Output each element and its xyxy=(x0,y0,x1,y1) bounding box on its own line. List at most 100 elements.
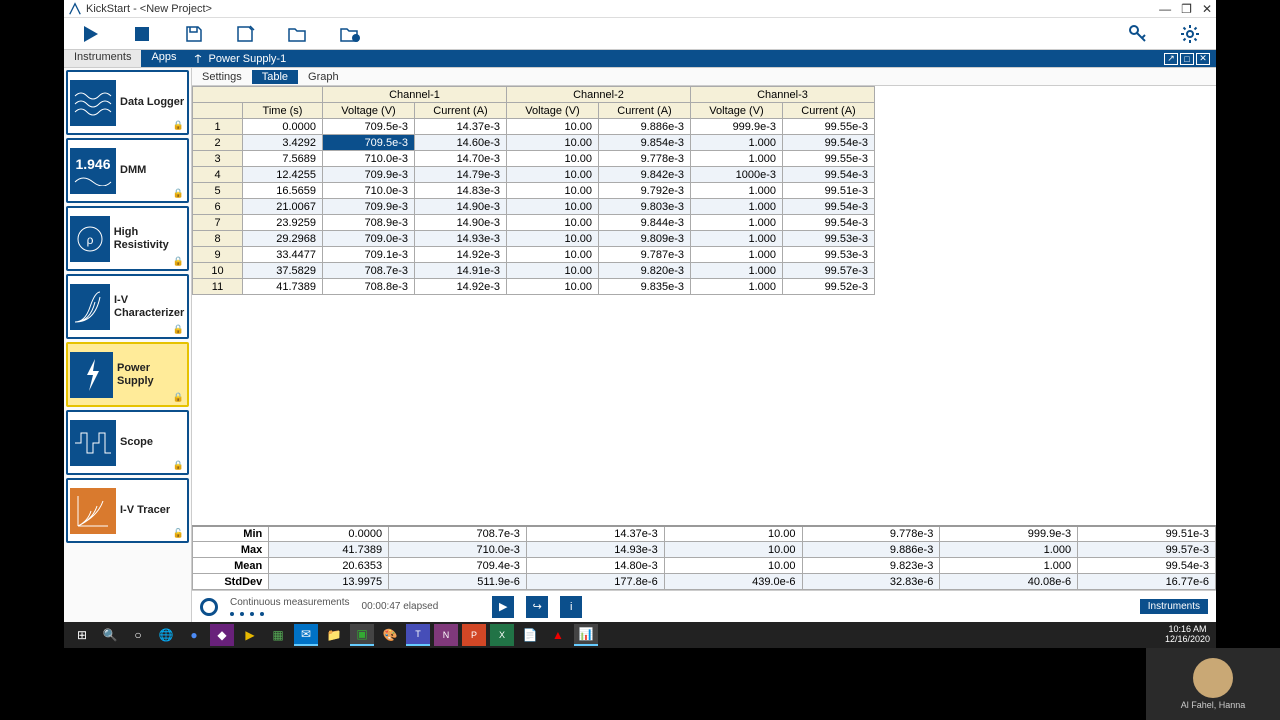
data-cell[interactable]: 1.000 xyxy=(691,263,783,279)
cortana-button[interactable]: ○ xyxy=(126,624,150,646)
data-cell[interactable]: 709.1e-3 xyxy=(323,247,415,263)
data-cell[interactable]: 1.000 xyxy=(691,183,783,199)
data-cell[interactable]: 14.90e-3 xyxy=(415,199,507,215)
data-cell[interactable]: 9.778e-3 xyxy=(599,151,691,167)
data-cell[interactable]: 16.5659 xyxy=(243,183,323,199)
app-icon-3[interactable]: ▣ xyxy=(350,624,374,646)
data-cell[interactable]: 11 xyxy=(193,279,243,295)
app-card-power-supply[interactable]: Power Supply 🔒 xyxy=(66,342,189,407)
panel-max-button[interactable]: □ xyxy=(1180,53,1194,65)
edge-icon[interactable]: 🌐 xyxy=(154,624,178,646)
data-cell[interactable]: 9.835e-3 xyxy=(599,279,691,295)
data-cell[interactable]: 99.51e-3 xyxy=(783,183,875,199)
search-button[interactable]: 🔍 xyxy=(98,624,122,646)
data-cell[interactable]: 6 xyxy=(193,199,243,215)
start-button[interactable]: ⊞ xyxy=(70,624,94,646)
new-project-button[interactable] xyxy=(338,22,362,46)
system-clock[interactable]: 10:16 AM 12/16/2020 xyxy=(1165,625,1210,645)
data-cell[interactable]: 10.00 xyxy=(507,279,599,295)
data-cell[interactable]: 21.0067 xyxy=(243,199,323,215)
vs-icon[interactable]: ◆ xyxy=(210,624,234,646)
maximize-button[interactable]: ❐ xyxy=(1181,2,1192,16)
data-cell[interactable]: 9.787e-3 xyxy=(599,247,691,263)
data-cell[interactable]: 10.00 xyxy=(507,135,599,151)
data-cell[interactable]: 0.0000 xyxy=(243,119,323,135)
data-cell[interactable]: 99.54e-3 xyxy=(783,135,875,151)
data-cell[interactable]: 1.000 xyxy=(691,231,783,247)
app-card-data-logger[interactable]: Data Logger 🔒 xyxy=(66,70,189,135)
data-cell[interactable]: 10 xyxy=(193,263,243,279)
tab-apps[interactable]: Apps xyxy=(141,50,186,67)
key-button[interactable] xyxy=(1126,22,1150,46)
data-cell[interactable]: 1 xyxy=(193,119,243,135)
data-cell[interactable]: 709.5e-3 xyxy=(323,119,415,135)
data-cell[interactable]: 99.53e-3 xyxy=(783,247,875,263)
data-table-wrap[interactable]: Channel-1Channel-2Channel-3 Time (s)Volt… xyxy=(192,86,1216,525)
data-cell[interactable]: 14.91e-3 xyxy=(415,263,507,279)
data-cell[interactable]: 3.4292 xyxy=(243,135,323,151)
data-cell[interactable]: 9.844e-3 xyxy=(599,215,691,231)
data-cell[interactable]: 7.5689 xyxy=(243,151,323,167)
data-cell[interactable]: 1.000 xyxy=(691,135,783,151)
explorer-icon[interactable]: 📁 xyxy=(322,624,346,646)
data-cell[interactable]: 1.000 xyxy=(691,279,783,295)
data-cell[interactable]: 9.854e-3 xyxy=(599,135,691,151)
data-cell[interactable]: 3 xyxy=(193,151,243,167)
data-cell[interactable]: 10.00 xyxy=(507,151,599,167)
data-cell[interactable]: 1.000 xyxy=(691,247,783,263)
data-cell[interactable]: 709.5e-3 xyxy=(323,135,415,151)
data-cell[interactable]: 999.9e-3 xyxy=(691,119,783,135)
data-cell[interactable]: 9.809e-3 xyxy=(599,231,691,247)
data-cell[interactable]: 1000e-3 xyxy=(691,167,783,183)
data-cell[interactable]: 41.7389 xyxy=(243,279,323,295)
data-cell[interactable]: 10.00 xyxy=(507,183,599,199)
save-as-button[interactable] xyxy=(234,22,258,46)
data-cell[interactable]: 14.93e-3 xyxy=(415,231,507,247)
app-card-iv-tracer[interactable]: I-V Tracer 🔓 xyxy=(66,478,189,543)
data-cell[interactable]: 14.92e-3 xyxy=(415,279,507,295)
data-cell[interactable]: 1.000 xyxy=(691,199,783,215)
data-cell[interactable]: 708.9e-3 xyxy=(323,215,415,231)
data-cell[interactable]: 709.9e-3 xyxy=(323,167,415,183)
data-cell[interactable]: 14.83e-3 xyxy=(415,183,507,199)
subtab-table[interactable]: Table xyxy=(252,70,298,84)
data-cell[interactable]: 99.53e-3 xyxy=(783,231,875,247)
outlook-icon[interactable]: ✉ xyxy=(294,624,318,646)
panel-close-button[interactable]: ✕ xyxy=(1196,53,1210,65)
data-cell[interactable]: 99.55e-3 xyxy=(783,151,875,167)
data-cell[interactable]: 29.2968 xyxy=(243,231,323,247)
app-card-dmm[interactable]: 1.946 DMM 🔒 xyxy=(66,138,189,203)
close-button[interactable]: ✕ xyxy=(1202,2,1212,16)
data-cell[interactable]: 23.9259 xyxy=(243,215,323,231)
data-cell[interactable]: 709.0e-3 xyxy=(323,231,415,247)
data-cell[interactable]: 14.37e-3 xyxy=(415,119,507,135)
data-cell[interactable]: 14.79e-3 xyxy=(415,167,507,183)
data-cell[interactable]: 12.4255 xyxy=(243,167,323,183)
data-cell[interactable]: 1.000 xyxy=(691,215,783,231)
data-cell[interactable]: 708.7e-3 xyxy=(323,263,415,279)
data-cell[interactable]: 10.00 xyxy=(507,263,599,279)
instrument-tab[interactable]: Power Supply-1 ↗ □ ✕ xyxy=(187,50,1216,67)
data-cell[interactable]: 709.9e-3 xyxy=(323,199,415,215)
data-cell[interactable]: 710.0e-3 xyxy=(323,183,415,199)
kickstart-taskbar-icon[interactable]: 📊 xyxy=(574,624,598,646)
data-cell[interactable]: 99.57e-3 xyxy=(783,263,875,279)
data-cell[interactable]: 5 xyxy=(193,183,243,199)
data-cell[interactable]: 10.00 xyxy=(507,199,599,215)
chrome-icon[interactable]: ● xyxy=(182,624,206,646)
excel-icon[interactable]: X xyxy=(490,624,514,646)
data-cell[interactable]: 99.55e-3 xyxy=(783,119,875,135)
stop-button[interactable] xyxy=(130,22,154,46)
data-cell[interactable]: 99.54e-3 xyxy=(783,199,875,215)
data-cell[interactable]: 99.54e-3 xyxy=(783,167,875,183)
open-button[interactable] xyxy=(286,22,310,46)
data-cell[interactable]: 9 xyxy=(193,247,243,263)
powerpoint-icon[interactable]: P xyxy=(462,624,486,646)
data-cell[interactable]: 37.5829 xyxy=(243,263,323,279)
app-icon-4[interactable]: 🎨 xyxy=(378,624,402,646)
instruments-button[interactable]: Instruments xyxy=(1140,599,1208,614)
subtab-graph[interactable]: Graph xyxy=(298,70,349,84)
teams-icon[interactable]: T xyxy=(406,624,430,646)
app-icon-5[interactable]: 📄 xyxy=(518,624,542,646)
data-cell[interactable]: 10.00 xyxy=(507,167,599,183)
